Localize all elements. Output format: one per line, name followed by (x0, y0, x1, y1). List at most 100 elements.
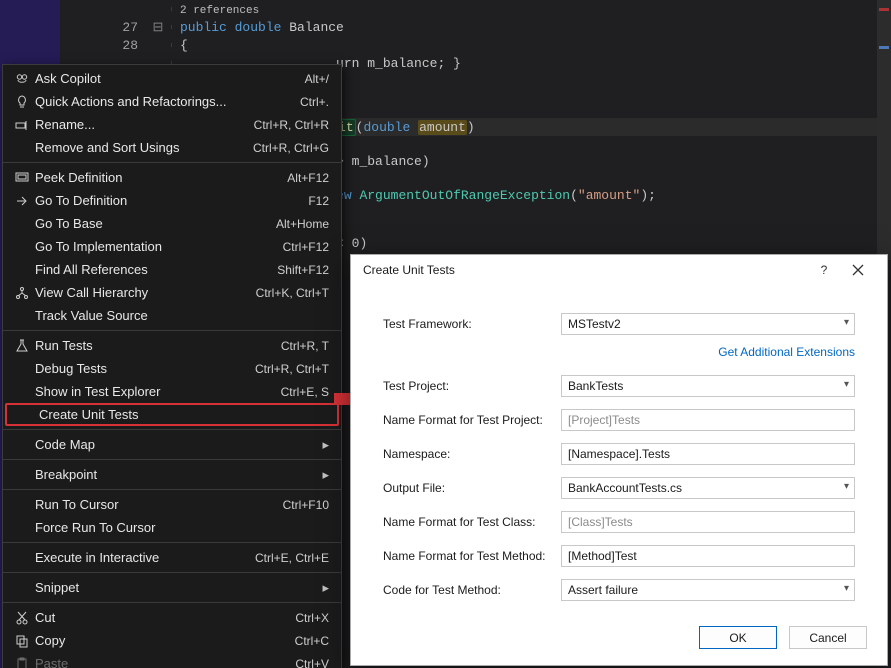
test-framework-select[interactable]: MSTestv2 (561, 313, 855, 335)
method-name-format-label: Name Format for Test Method: (383, 549, 561, 563)
get-extensions-link[interactable]: Get Additional Extensions (718, 345, 855, 359)
namespace-label: Namespace: (383, 447, 561, 461)
fold-toggle[interactable]: ⊟ (148, 20, 168, 35)
menu-separator (3, 330, 341, 331)
menu-item-label: Execute in Interactive (35, 550, 255, 565)
test-framework-label: Test Framework: (383, 317, 561, 331)
menu-item-shortcut: Ctrl+K, Ctrl+T (256, 286, 329, 300)
menu-item-code-map[interactable]: Code Map▸ (3, 433, 341, 456)
menu-item-go-to-implementation[interactable]: Go To ImplementationCtrl+F12 (3, 235, 341, 258)
menu-item-label: View Call Hierarchy (35, 285, 256, 300)
code-line[interactable]: public double Balance (180, 20, 344, 35)
hierarchy-icon (9, 286, 35, 300)
code-for-test-select[interactable]: Assert failure (561, 579, 855, 601)
editor-context-menu[interactable]: Ask CopilotAlt+/Quick Actions and Refact… (2, 64, 342, 668)
dialog-title: Create Unit Tests (363, 263, 807, 277)
menu-item-label: Snippet (35, 580, 322, 595)
help-button[interactable]: ? (807, 255, 841, 285)
menu-separator (3, 572, 341, 573)
menu-item-label: Quick Actions and Refactorings... (35, 94, 300, 109)
menu-item-label: Peek Definition (35, 170, 287, 185)
menu-item-ask-copilot[interactable]: Ask CopilotAlt+/ (3, 67, 341, 90)
menu-item-quick-actions-and-refactorings[interactable]: Quick Actions and Refactorings...Ctrl+. (3, 90, 341, 113)
menu-item-label: Code Map (35, 437, 322, 452)
menu-item-go-to-definition[interactable]: Go To DefinitionF12 (3, 189, 341, 212)
menu-item-find-all-references[interactable]: Find All ReferencesShift+F12 (3, 258, 341, 281)
ok-button[interactable]: OK (699, 626, 777, 649)
test-project-label: Test Project: (383, 379, 561, 393)
flask-icon (9, 339, 35, 353)
menu-item-label: Track Value Source (35, 308, 329, 323)
class-name-format-label: Name Format for Test Class: (383, 515, 561, 529)
menu-item-shortcut: Ctrl+E, S (281, 385, 329, 399)
chevron-right-icon: ▸ (322, 580, 329, 596)
close-button[interactable] (841, 255, 875, 285)
menu-item-label: Run Tests (35, 338, 281, 353)
menu-item-label: Go To Implementation (35, 239, 283, 254)
menu-item-label: Create Unit Tests (39, 407, 325, 422)
menu-item-force-run-to-cursor[interactable]: Force Run To Cursor (3, 516, 341, 539)
menu-item-run-to-cursor[interactable]: Run To CursorCtrl+F10 (3, 493, 341, 516)
menu-separator (3, 429, 341, 430)
menu-item-label: Go To Definition (35, 193, 308, 208)
menu-item-breakpoint[interactable]: Breakpoint▸ (3, 463, 341, 486)
line-number: 28 (100, 38, 148, 53)
scrollbar-mark (879, 46, 889, 49)
bulb-icon (9, 95, 35, 109)
namespace-input[interactable] (561, 443, 855, 465)
menu-item-label: Debug Tests (35, 361, 255, 376)
menu-item-paste: PasteCtrl+V (3, 652, 341, 668)
editor-scrollbar[interactable] (877, 0, 891, 260)
menu-separator (3, 162, 341, 163)
menu-item-shortcut: Ctrl+X (295, 611, 329, 625)
menu-item-shortcut: Ctrl+R, Ctrl+G (253, 141, 329, 155)
menu-item-shortcut: Ctrl+F10 (283, 498, 329, 512)
menu-item-shortcut: Ctrl+. (300, 95, 329, 109)
menu-item-show-in-test-explorer[interactable]: Show in Test ExplorerCtrl+E, S (3, 380, 341, 403)
chevron-right-icon: ▸ (322, 437, 329, 453)
project-name-format-input[interactable] (561, 409, 855, 431)
copilot-icon (9, 72, 35, 86)
codelens-references[interactable]: 2 references (180, 5, 259, 17)
code-line[interactable]: { (180, 38, 188, 53)
output-file-select[interactable]: BankAccountTests.cs (561, 477, 855, 499)
menu-item-shortcut: Ctrl+C (295, 634, 329, 648)
menu-item-shortcut: Alt+/ (305, 72, 329, 86)
menu-item-remove-and-sort-usings[interactable]: Remove and Sort UsingsCtrl+R, Ctrl+G (3, 136, 341, 159)
menu-item-shortcut: Ctrl+R, Ctrl+T (255, 362, 329, 376)
menu-item-create-unit-tests[interactable]: Create Unit Tests (5, 403, 339, 426)
menu-item-label: Cut (35, 610, 295, 625)
menu-separator (3, 602, 341, 603)
line-number: 27 (100, 20, 148, 35)
menu-item-run-tests[interactable]: Run TestsCtrl+R, T (3, 334, 341, 357)
menu-item-track-value-source[interactable]: Track Value Source (3, 304, 341, 327)
menu-item-cut[interactable]: CutCtrl+X (3, 606, 341, 629)
menu-item-label: Paste (35, 656, 295, 668)
cancel-button[interactable]: Cancel (789, 626, 867, 649)
output-file-label: Output File: (383, 481, 561, 495)
menu-item-shortcut: Ctrl+F12 (283, 240, 329, 254)
menu-item-shortcut: F12 (308, 194, 329, 208)
dialog-titlebar: Create Unit Tests ? (351, 255, 887, 285)
menu-item-execute-in-interactive[interactable]: Execute in InteractiveCtrl+E, Ctrl+E (3, 546, 341, 569)
menu-item-view-call-hierarchy[interactable]: View Call HierarchyCtrl+K, Ctrl+T (3, 281, 341, 304)
cut-icon (9, 611, 35, 625)
class-name-format-input[interactable] (561, 511, 855, 533)
test-project-select[interactable]: BankTests (561, 375, 855, 397)
menu-item-shortcut: Alt+Home (276, 217, 329, 231)
chevron-right-icon: ▸ (322, 467, 329, 483)
menu-item-go-to-base[interactable]: Go To BaseAlt+Home (3, 212, 341, 235)
method-name-format-input[interactable] (561, 545, 855, 567)
menu-item-rename[interactable]: Rename...Ctrl+R, Ctrl+R (3, 113, 341, 136)
menu-separator (3, 542, 341, 543)
create-unit-tests-dialog: Create Unit Tests ? Test Framework: MSTe… (350, 254, 888, 666)
menu-item-debug-tests[interactable]: Debug TestsCtrl+R, Ctrl+T (3, 357, 341, 380)
close-icon (851, 263, 865, 277)
rename-icon (9, 118, 35, 132)
menu-item-label: Remove and Sort Usings (35, 140, 253, 155)
menu-item-label: Copy (35, 633, 295, 648)
menu-item-snippet[interactable]: Snippet▸ (3, 576, 341, 599)
menu-item-copy[interactable]: CopyCtrl+C (3, 629, 341, 652)
menu-item-peek-definition[interactable]: Peek DefinitionAlt+F12 (3, 166, 341, 189)
menu-item-label: Ask Copilot (35, 71, 305, 86)
